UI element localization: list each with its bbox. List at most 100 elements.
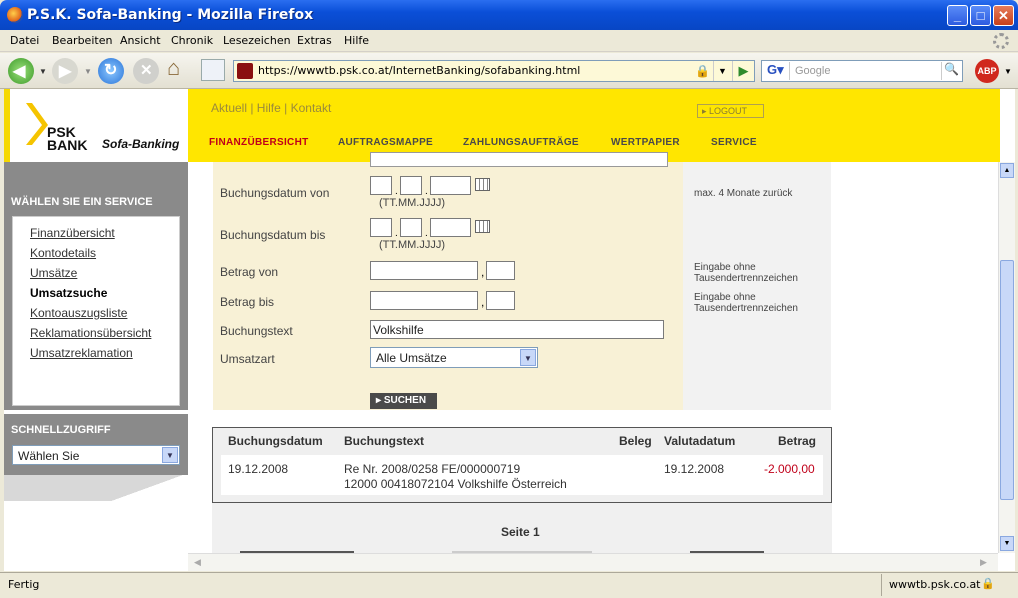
search-go-icon[interactable]: 🔍 xyxy=(941,62,961,80)
booking-text-input[interactable]: Volkshilfe xyxy=(370,320,664,339)
menu-extras[interactable]: Extras xyxy=(297,34,332,47)
search-placeholder: Google xyxy=(795,65,831,77)
search-engine-icon[interactable]: G▾ xyxy=(764,62,790,80)
transaction-type-select[interactable]: Alle Umsätze ▼ xyxy=(370,347,538,368)
chevron-down-icon[interactable]: ▼ xyxy=(520,349,536,366)
psk-logo-mark-icon xyxy=(26,103,48,145)
throbber-icon xyxy=(993,33,1009,49)
quick-access-header: SCHNELLZUGRIFF xyxy=(4,416,188,442)
scroll-right-icon[interactable]: ▶ xyxy=(976,555,991,570)
date-separator: . xyxy=(425,186,428,197)
date-from-day-input[interactable] xyxy=(370,176,392,195)
sidebar-item-umsatzreklamation[interactable]: Umsatzreklamation xyxy=(30,346,133,360)
sidebar-item-umsaetze[interactable]: Umsätze xyxy=(30,266,77,280)
date-to-day-input[interactable] xyxy=(370,218,392,237)
stop-button[interactable]: ✕ xyxy=(133,58,159,84)
search-box[interactable]: G▾ Google 🔍 xyxy=(761,60,963,82)
horizontal-scrollbar[interactable]: ◀ ▶ xyxy=(188,553,998,571)
menu-hilfe[interactable]: Hilfe xyxy=(344,34,369,47)
url-dropdown-icon[interactable]: ▼ xyxy=(713,61,731,81)
amount-from-cent-input[interactable] xyxy=(486,261,515,280)
close-button[interactable]: ✕ xyxy=(993,5,1014,26)
sidebar-service-header: WÄHLEN SIE EIN SERVICE xyxy=(4,186,188,216)
menu-ansicht[interactable]: Ansicht xyxy=(120,34,161,47)
firefox-icon xyxy=(7,7,23,23)
form-hints: max. 4 Monate zurück Eingabe ohne Tausen… xyxy=(683,162,831,410)
calendar-icon[interactable] xyxy=(475,220,490,233)
forward-button[interactable]: ▶ xyxy=(52,58,78,84)
date-from-year-input[interactable] xyxy=(430,176,471,195)
amount-from-note-line2: Tausendertrennzeichen xyxy=(694,273,798,284)
sidebar: WÄHLEN SIE EIN SERVICE Finanzübersicht K… xyxy=(4,162,188,571)
amount-to-cent-input[interactable] xyxy=(486,291,515,310)
sidebar-item-umsatzsuche[interactable]: Umsatzsuche xyxy=(30,286,107,300)
adblock-button[interactable]: ABP xyxy=(975,59,999,83)
vertical-scrollbar[interactable]: ▲ ▼ xyxy=(998,162,1015,553)
maximize-button[interactable]: □ xyxy=(970,5,991,26)
account-select-partial[interactable] xyxy=(370,152,668,167)
ssl-lock-icon[interactable]: 🔒 xyxy=(695,64,710,78)
table-row[interactable]: 19.12.2008 Re Nr. 2008/0258 FE/000000719… xyxy=(221,455,823,495)
logout-button[interactable]: ▸ LOGOUT xyxy=(697,104,764,118)
amount-to-note-line2: Tausendertrennzeichen xyxy=(694,303,798,314)
menu-bearbeiten[interactable]: Bearbeiten xyxy=(52,34,112,47)
forward-history-chevron-icon[interactable]: ▼ xyxy=(84,67,92,76)
top-links[interactable]: Aktuell | Hilfe | Kontakt xyxy=(211,101,331,115)
address-url: https://wwwtb.psk.co.at/InternetBanking/… xyxy=(258,64,581,77)
date-separator: . xyxy=(395,228,398,239)
calendar-icon[interactable] xyxy=(475,178,490,191)
scrollbar-thumb[interactable] xyxy=(1000,260,1014,500)
back-history-chevron-icon[interactable]: ▼ xyxy=(39,67,47,76)
date-to-label: Buchungsdatum bis xyxy=(220,228,326,242)
nav-zahlungsauftraege[interactable]: ZAHLUNGSAUFTRÄGE xyxy=(463,137,579,148)
search-button[interactable]: ▸ SUCHEN xyxy=(370,393,437,409)
row-booking-text-line1: Re Nr. 2008/0258 FE/000000719 xyxy=(344,462,521,476)
navigation-toolbar: ◀ ▼ ▶ ▼ ↻ ✕ ⌂ https://wwwtb.psk.co.at/In… xyxy=(0,53,1018,89)
minimize-button[interactable]: _ xyxy=(947,5,968,26)
go-button[interactable]: ▶ xyxy=(732,61,754,81)
amount-to-euro-input[interactable] xyxy=(370,291,478,310)
row-booking-date: 19.12.2008 xyxy=(228,462,289,476)
scroll-down-icon[interactable]: ▼ xyxy=(1000,536,1014,551)
column-header-valutadatum: Valutadatum xyxy=(664,434,736,448)
column-header-beleg: Beleg xyxy=(619,434,652,448)
column-header-betrag: Betrag xyxy=(778,434,817,448)
chevron-down-icon[interactable]: ▼ xyxy=(162,447,178,463)
sidebar-bottom-decoration xyxy=(4,475,188,501)
window-title: P.S.K. Sofa-Banking - Mozilla Firefox xyxy=(27,7,314,23)
decimal-comma: , xyxy=(481,295,485,309)
menu-bar: Datei Bearbeiten Ansicht Chronik Lesezei… xyxy=(0,30,1018,52)
sidebar-divider xyxy=(4,410,188,414)
scroll-up-icon[interactable]: ▲ xyxy=(1000,163,1014,178)
nav-finanzuebersicht[interactable]: FINANZÜBERSICHT xyxy=(209,137,309,148)
quick-access-select[interactable]: Wählen Sie ▼ xyxy=(12,445,180,465)
scroll-left-icon[interactable]: ◀ xyxy=(190,555,205,570)
psk-logo[interactable]: PSK BANK Sofa-Banking xyxy=(4,89,188,162)
menu-lesezeichen[interactable]: Lesezeichen xyxy=(223,34,291,47)
booking-text-value: Volkshilfe xyxy=(373,323,424,337)
menu-datei[interactable]: Datei xyxy=(10,34,39,47)
home-button[interactable]: ⌂ xyxy=(166,55,190,82)
search-button-label: SUCHEN xyxy=(383,395,427,406)
nav-service[interactable]: SERVICE xyxy=(711,137,757,148)
nav-wertpapier[interactable]: WERTPAPIER xyxy=(611,137,680,148)
adblock-menu-chevron-icon[interactable]: ▼ xyxy=(1004,67,1012,76)
sidebar-item-reklamationsuebersicht[interactable]: Reklamationsübersicht xyxy=(30,326,151,340)
nav-auftragsmappe[interactable]: AUFTRAGSMAPPE xyxy=(338,137,433,148)
address-bar[interactable]: https://wwwtb.psk.co.at/InternetBanking/… xyxy=(233,60,755,82)
amount-to-note-line1: Eingabe ohne xyxy=(694,292,756,303)
menu-chronik[interactable]: Chronik xyxy=(171,34,213,47)
date-to-year-input[interactable] xyxy=(430,218,471,237)
amount-from-euro-input[interactable] xyxy=(370,261,478,280)
back-button[interactable]: ◀ xyxy=(8,58,34,84)
date-from-month-input[interactable] xyxy=(400,176,422,195)
ssl-lock-icon[interactable]: 🔒 xyxy=(981,577,995,590)
date-to-month-input[interactable] xyxy=(400,218,422,237)
quick-access-value: Wählen Sie xyxy=(18,449,80,463)
sidebar-item-kontodetails[interactable]: Kontodetails xyxy=(30,246,96,260)
bookmark-page-icon[interactable] xyxy=(201,59,225,81)
reload-button[interactable]: ↻ xyxy=(98,58,124,84)
sidebar-item-kontoauszugsliste[interactable]: Kontoauszugsliste xyxy=(30,306,127,320)
status-bar: Fertig wwwtb.psk.co.at 🔒 xyxy=(0,572,1018,598)
sidebar-item-finanzuebersicht[interactable]: Finanzübersicht xyxy=(30,226,115,240)
